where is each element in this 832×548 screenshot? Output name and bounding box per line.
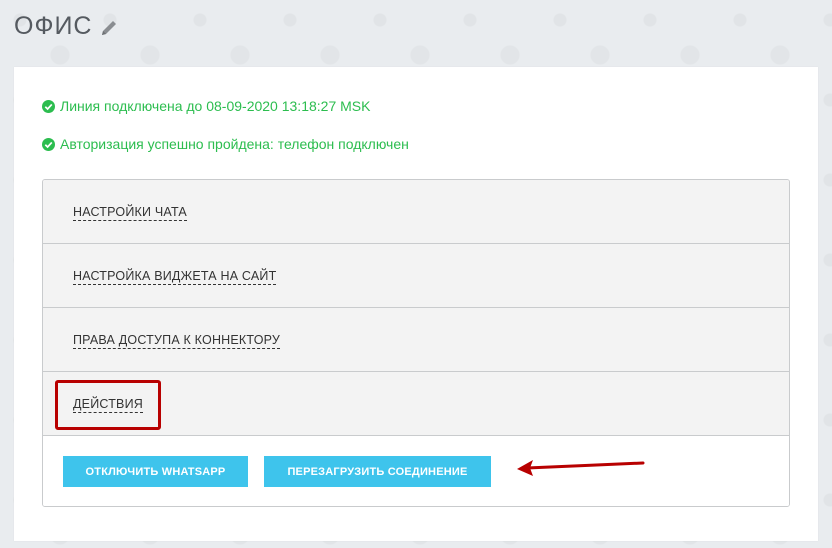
actions-content: ОТКЛЮЧИТЬ WHATSAPP ПЕРЕЗАГРУЗИТЬ СОЕДИНЕ… (43, 436, 789, 506)
check-circle-icon (42, 99, 55, 113)
line-status: Линия подключена до 08-09-2020 13:18:27 … (42, 98, 370, 114)
accordion-item-label[interactable]: ДЕЙСТВИЯ (73, 397, 143, 413)
line-status-text: Линия подключена до 08-09-2020 13:18:27 … (60, 98, 371, 114)
accordion-item-label[interactable]: НАСТРОЙКИ ЧАТА (73, 205, 187, 221)
connector-panel: Линия подключена до 08-09-2020 13:18:27 … (14, 67, 818, 541)
reconnect-button[interactable]: ПЕРЕЗАГРУЗИТЬ СОЕДИНЕНИЕ (264, 456, 491, 487)
auth-status-text: Авторизация успешно пройдена: телефон по… (60, 136, 409, 152)
accordion-item-label[interactable]: НАСТРОЙКА ВИДЖЕТА НА САЙТ (73, 269, 277, 285)
page-title: ОФИС (14, 12, 93, 40)
check-circle-icon (42, 137, 55, 151)
pencil-icon[interactable] (98, 17, 120, 39)
settings-accordion: НАСТРОЙКИ ЧАТА НАСТРОЙКА ВИДЖЕТА НА САЙТ… (42, 179, 790, 507)
accordion-item-widget-settings[interactable]: НАСТРОЙКА ВИДЖЕТА НА САЙТ (43, 244, 789, 308)
disconnect-whatsapp-button[interactable]: ОТКЛЮЧИТЬ WHATSAPP (63, 456, 248, 487)
accordion-item-actions[interactable]: ДЕЙСТВИЯ (43, 372, 789, 436)
accordion-item-chat-settings[interactable]: НАСТРОЙКИ ЧАТА (43, 180, 789, 244)
accordion-item-label[interactable]: ПРАВА ДОСТУПА К КОННЕКТОРУ (73, 333, 281, 349)
page-header: ОФИС (14, 12, 120, 41)
auth-status: Авторизация успешно пройдена: телефон по… (42, 136, 409, 152)
accordion-item-access-rights[interactable]: ПРАВА ДОСТУПА К КОННЕКТОРУ (43, 308, 789, 372)
